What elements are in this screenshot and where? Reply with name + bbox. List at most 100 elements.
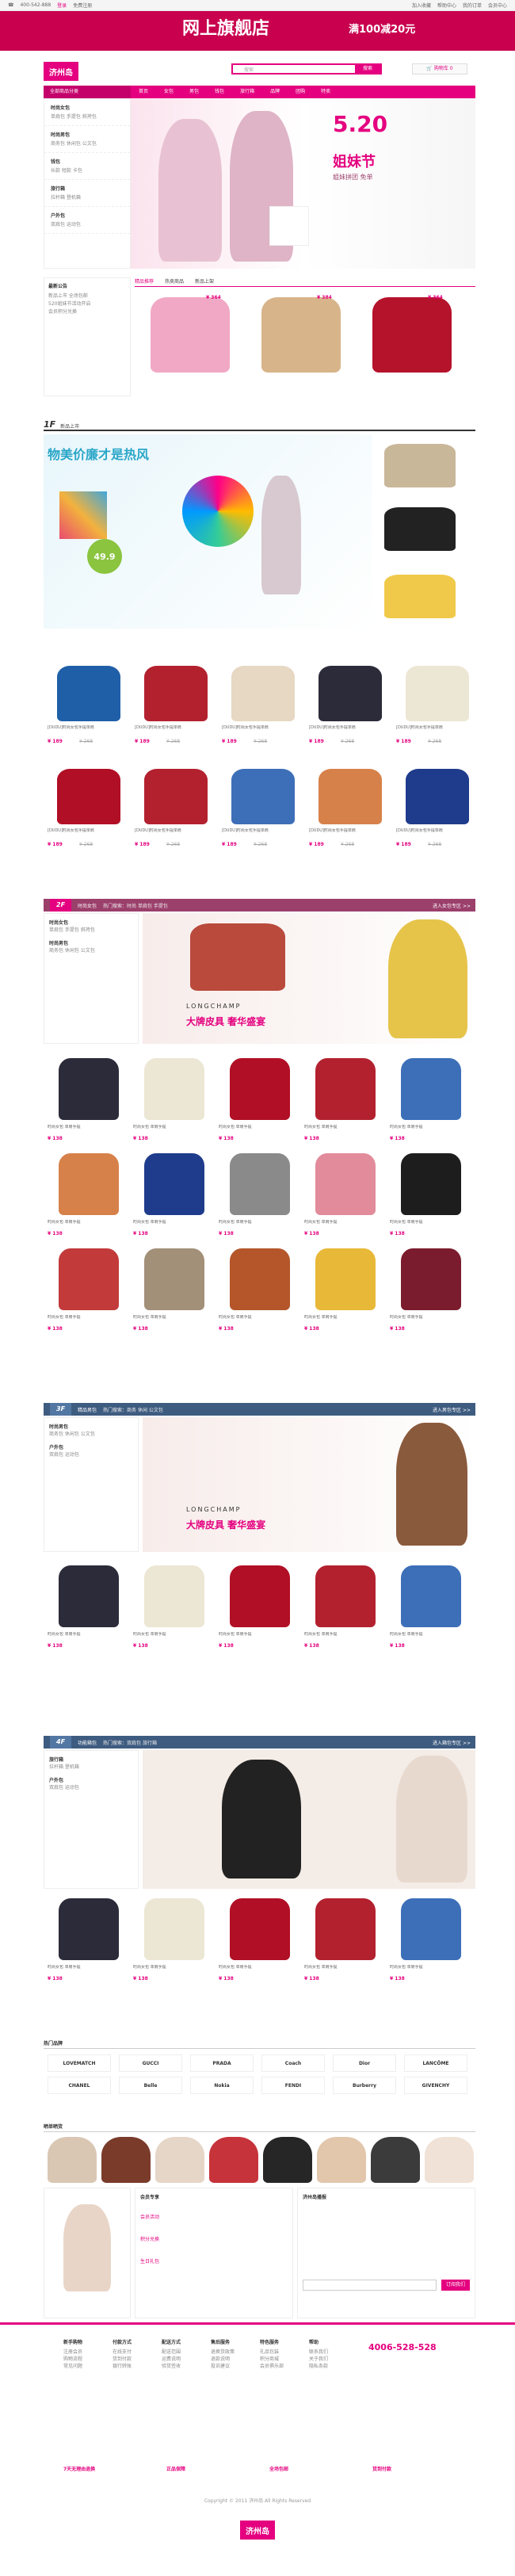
- product-image[interactable]: [144, 1565, 204, 1627]
- product-caption[interactable]: 时尚女包 单肩手提: [304, 1125, 383, 1136]
- product-caption[interactable]: 时尚女包 单肩手提: [48, 1632, 127, 1643]
- product-image[interactable]: [59, 1153, 119, 1215]
- brand-logo[interactable]: GUCCI: [119, 2054, 182, 2072]
- member-item[interactable]: 会员活动: [140, 2207, 288, 2229]
- brand-logo[interactable]: Dior: [333, 2054, 396, 2072]
- show-photo[interactable]: [155, 2137, 204, 2183]
- footer-link[interactable]: 退换货政策: [211, 2349, 258, 2356]
- product-caption[interactable]: 时尚女包 单肩手提: [304, 1632, 383, 1643]
- category-menu[interactable]: 全部商品分类: [44, 86, 131, 98]
- show-photo[interactable]: [101, 2137, 151, 2183]
- side-bag-plaid[interactable]: [384, 444, 456, 487]
- product-image[interactable]: [59, 1898, 119, 1960]
- show-photo[interactable]: [371, 2137, 420, 2183]
- product-image[interactable]: [319, 666, 382, 721]
- nav-item-wallet[interactable]: 钱包: [207, 86, 232, 98]
- product-caption[interactable]: 时尚女包 单肩手提: [390, 1965, 469, 1976]
- brand-logo[interactable]: Belle: [119, 2077, 182, 2094]
- top-banner[interactable]: 网上旗舰店 满100减20元: [0, 11, 515, 51]
- search-input[interactable]: 搜索: [233, 66, 355, 73]
- product-image[interactable]: [401, 1058, 461, 1120]
- subscribe-input[interactable]: [303, 2280, 437, 2291]
- nav-item-men[interactable]: 男包: [181, 86, 207, 98]
- product-caption[interactable]: [DUDU]时尚女包手提单肩: [135, 828, 214, 839]
- brand-logo[interactable]: CHANEL: [48, 2077, 111, 2094]
- product-caption[interactable]: 时尚女包 单肩手提: [219, 1965, 298, 1976]
- product-caption[interactable]: 时尚女包 单肩手提: [219, 1315, 298, 1326]
- footer-link[interactable]: 积分商城: [260, 2356, 307, 2363]
- footer-link[interactable]: 货到付款: [113, 2356, 160, 2363]
- side-bag-yellow[interactable]: [384, 575, 456, 618]
- product-caption[interactable]: 时尚女包 单肩手提: [390, 1125, 469, 1136]
- product-caption[interactable]: [DUDU]时尚女包手提单肩: [135, 725, 214, 736]
- product-caption[interactable]: 时尚女包 单肩手提: [304, 1965, 383, 1976]
- product-caption[interactable]: 时尚女包 单肩手提: [133, 1220, 212, 1231]
- login-link[interactable]: 登录: [57, 2, 67, 9]
- brand-logo[interactable]: Burberry: [333, 2077, 396, 2094]
- footer-link[interactable]: 银行转账: [113, 2363, 160, 2370]
- product-image[interactable]: [315, 1058, 376, 1120]
- product-caption[interactable]: [DUDU]时尚女包手提单肩: [222, 828, 301, 839]
- product-image[interactable]: [401, 1153, 461, 1215]
- product-image[interactable]: [144, 1058, 204, 1120]
- notice-item[interactable]: 520姐妹节活动开启: [48, 300, 126, 308]
- product-image[interactable]: [230, 1898, 290, 1960]
- sidebar-group[interactable]: 旅行箱 拉杆箱 登机箱: [44, 180, 130, 207]
- notice-item[interactable]: 新品上市 全场包邮: [48, 292, 126, 300]
- brand-logo[interactable]: Coach: [261, 2054, 325, 2072]
- featured-bag-tan[interactable]: [261, 297, 341, 373]
- product-image[interactable]: [144, 1248, 204, 1310]
- product-caption[interactable]: 时尚女包 单肩手提: [219, 1220, 298, 1231]
- footer-link[interactable]: 运费说明: [162, 2356, 209, 2363]
- product-image[interactable]: [57, 666, 120, 721]
- product-image[interactable]: [406, 769, 469, 824]
- product-caption[interactable]: [DUDU]时尚女包手提单肩: [309, 725, 388, 736]
- footer-link[interactable]: 注册会员: [63, 2349, 111, 2356]
- footer-link[interactable]: 验货签收: [162, 2363, 209, 2370]
- product-caption[interactable]: 时尚女包 单肩手提: [390, 1315, 469, 1326]
- product-image[interactable]: [144, 1898, 204, 1960]
- product-caption[interactable]: 时尚女包 单肩手提: [390, 1220, 469, 1231]
- product-image[interactable]: [230, 1248, 290, 1310]
- register-link[interactable]: 免费注册: [73, 2, 92, 9]
- product-image[interactable]: [406, 666, 469, 721]
- floor-3-more[interactable]: 进入男包专区 >>: [433, 1406, 475, 1413]
- product-image[interactable]: [230, 1565, 290, 1627]
- product-caption[interactable]: [DUDU]时尚女包手提单肩: [48, 828, 127, 839]
- product-image[interactable]: [231, 666, 295, 721]
- member-item[interactable]: 生日礼包: [140, 2251, 288, 2273]
- site-logo[interactable]: 济州岛: [44, 62, 78, 81]
- brand-logo[interactable]: LANCÔME: [404, 2054, 467, 2072]
- floor-2-more[interactable]: 进入女包专区 >>: [433, 902, 475, 909]
- floor-4-links[interactable]: 热门搜索：双肩包 旅行箱: [103, 1739, 157, 1746]
- product-caption[interactable]: 时尚女包 单肩手提: [133, 1315, 212, 1326]
- nav-item-luggage[interactable]: 旅行箱: [232, 86, 262, 98]
- nav-item-women[interactable]: 女包: [156, 86, 181, 98]
- footer-link[interactable]: 关于我们: [309, 2356, 357, 2363]
- subscribe-button[interactable]: 订阅我们: [441, 2280, 470, 2291]
- nav-item-sale[interactable]: 特卖: [313, 86, 338, 98]
- tab-new[interactable]: 新品上架: [195, 277, 214, 286]
- product-caption[interactable]: 时尚女包 单肩手提: [48, 1220, 127, 1231]
- brand-story-box[interactable]: [44, 2188, 131, 2318]
- product-caption[interactable]: 时尚女包 单肩手提: [48, 1125, 127, 1136]
- sidebar-group[interactable]: 时尚男包 商务包 休闲包 公文包: [44, 126, 130, 153]
- product-caption[interactable]: 时尚女包 单肩手提: [304, 1315, 383, 1326]
- sidebar-group[interactable]: 户外包 双肩包 运动包: [44, 207, 130, 234]
- product-caption[interactable]: 时尚女包 单肩手提: [48, 1315, 127, 1326]
- floor-3-links[interactable]: 热门搜索：商务 休闲 公文包: [103, 1406, 163, 1413]
- product-image[interactable]: [59, 1565, 119, 1627]
- brand-logo[interactable]: LOVEMATCH: [48, 2054, 111, 2072]
- product-caption[interactable]: [DUDU]时尚女包手提单肩: [48, 725, 127, 736]
- nav-item-home[interactable]: 首页: [131, 86, 156, 98]
- product-image[interactable]: [59, 1248, 119, 1310]
- brand-logo[interactable]: PRADA: [190, 2054, 254, 2072]
- product-image[interactable]: [144, 1153, 204, 1215]
- nav-item-brand[interactable]: 品牌: [262, 86, 288, 98]
- product-caption[interactable]: [DUDU]时尚女包手提单肩: [222, 725, 301, 736]
- product-caption[interactable]: [DUDU]时尚女包手提单肩: [396, 725, 475, 736]
- product-caption[interactable]: 时尚女包 单肩手提: [133, 1125, 212, 1136]
- product-caption[interactable]: [DUDU]时尚女包手提单肩: [396, 828, 475, 839]
- product-caption[interactable]: 时尚女包 单肩手提: [219, 1632, 298, 1643]
- product-image[interactable]: [319, 769, 382, 824]
